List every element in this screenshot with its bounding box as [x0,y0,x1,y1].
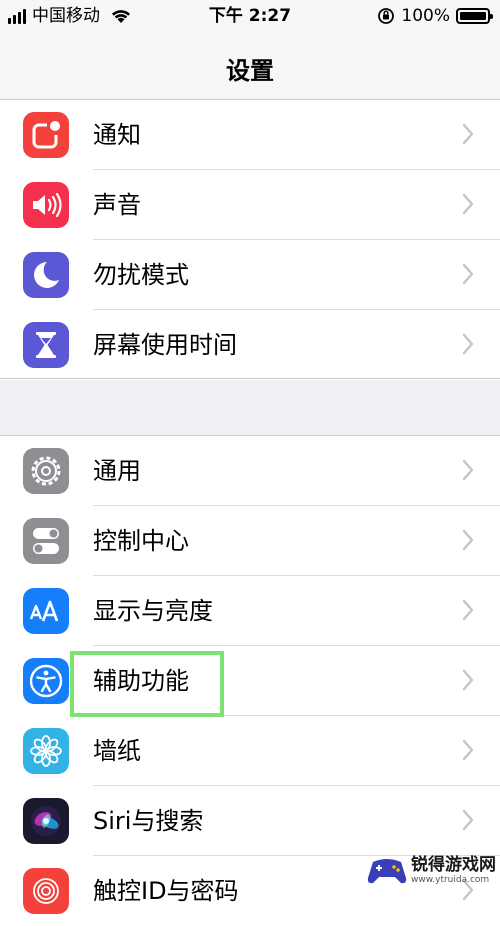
settings-row-notifications[interactable]: 通知 [0,100,500,170]
fingerprint-icon [23,868,69,914]
settings-row-siri-search[interactable]: Siri与搜索 [0,786,500,856]
status-bar: 中国移动 下午 2:27 100% [0,0,500,34]
chevron-right-icon [462,529,474,551]
group-separator [0,378,500,379]
flower-icon [23,728,69,774]
settings-row-do-not-disturb[interactable]: 勿扰模式 [0,240,500,310]
watermark-url: www.ytruida.com [411,875,490,885]
chevron-right-icon [462,459,474,481]
chevron-right-icon [462,123,474,145]
hourglass-icon [23,322,69,368]
speaker-icon [23,182,69,228]
chevron-right-icon [462,809,474,831]
chevron-right-icon [462,193,474,215]
watermark-text: 锐得游戏网 www.ytruida.com [411,857,496,885]
text-size-icon [23,588,69,634]
watermark: 锐得游戏网 www.ytruida.com [367,856,496,886]
chevron-right-icon [462,669,474,691]
settings-row-control-center[interactable]: 控制中心 [0,506,500,576]
chevron-right-icon [462,263,474,285]
settings-group-1: 通知 声音 勿扰模式 屏幕使用时间 [0,100,500,380]
settings-row-screen-time[interactable]: 屏幕使用时间 [0,310,500,380]
settings-row-label: 通知 [93,121,141,149]
orientation-lock-icon [378,8,395,24]
chevron-right-icon [462,599,474,621]
settings-row-wallpaper[interactable]: 墙纸 [0,716,500,786]
settings-row-label: 声音 [93,191,141,219]
settings-row-label: 墙纸 [93,737,141,765]
settings-row-label: 屏幕使用时间 [93,331,237,359]
settings-row-general[interactable]: 通用 [0,436,500,506]
gear-icon [23,448,69,494]
battery-icon [456,8,493,24]
settings-row-label: 触控ID与密码 [93,877,239,905]
page-title: 设置 [226,57,274,85]
settings-row-label: 勿扰模式 [93,261,189,289]
settings-row-display-brightness[interactable]: 显示与亮度 [0,576,500,646]
settings-row-label: 控制中心 [93,527,189,555]
moon-icon [23,252,69,298]
battery-percentage: 100% [401,6,450,26]
settings-row-sounds[interactable]: 声音 [0,170,500,240]
toggle-icon [23,518,69,564]
gamepad-logo-icon [367,859,407,884]
navigation-bar: 设置 [0,34,500,100]
chevron-right-icon [462,739,474,761]
watermark-name: 锐得游戏网 [411,855,496,875]
siri-icon [23,798,69,844]
status-right: 100% [377,5,493,27]
settings-row-label: Siri与搜索 [93,807,204,835]
chevron-right-icon [462,333,474,355]
settings-row-label: 显示与亮度 [93,597,213,625]
settings-row-label: 通用 [93,457,141,485]
accessibility-icon [23,658,69,704]
notifications-icon [23,112,69,158]
highlight-box [70,651,224,717]
